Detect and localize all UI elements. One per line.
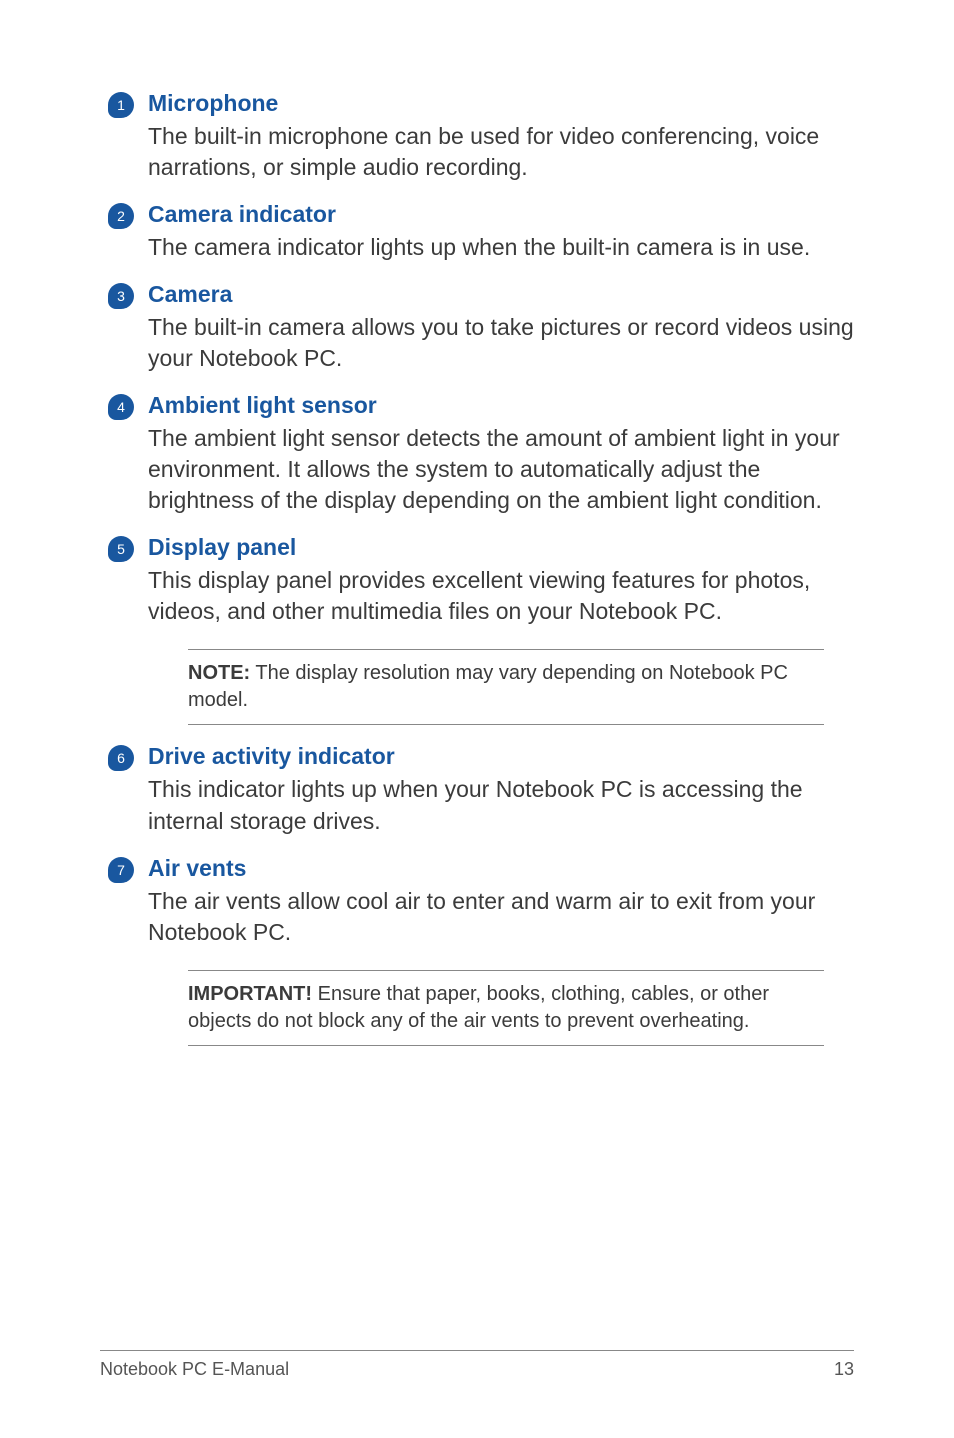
item-body: The ambient light sensor detects the amo… [148, 423, 854, 516]
item-title: Drive activity indicator [148, 743, 854, 770]
note-text: The display resolution may vary dependin… [188, 662, 788, 711]
bullet-number: 2 [108, 203, 134, 229]
important-box: IMPORTANT! Ensure that paper, books, clo… [188, 970, 824, 1046]
bullet-number: 6 [108, 745, 134, 771]
item-body: The air vents allow cool air to enter an… [148, 886, 854, 948]
bullet-number: 3 [108, 283, 134, 309]
bullet-number: 5 [108, 536, 134, 562]
item-drive-activity-indicator: 6 Drive activity indicator This indicato… [112, 743, 854, 836]
item-microphone: 1 Microphone The built-in microphone can… [112, 90, 854, 183]
item-camera: 3 Camera The built-in camera allows you … [112, 281, 854, 374]
item-body: This display panel provides excellent vi… [148, 565, 854, 627]
item-title: Ambient light sensor [148, 392, 854, 419]
item-body: This indicator lights up when your Noteb… [148, 774, 854, 836]
content-area: 1 Microphone The built-in microphone can… [100, 90, 854, 1046]
item-ambient-light-sensor: 4 Ambient light sensor The ambient light… [112, 392, 854, 516]
footer-left: Notebook PC E-Manual [100, 1359, 289, 1380]
bullet-number: 7 [108, 857, 134, 883]
page-footer: Notebook PC E-Manual 13 [100, 1350, 854, 1380]
bullet-number: 4 [108, 394, 134, 420]
item-title: Air vents [148, 855, 854, 882]
item-title: Camera indicator [148, 201, 854, 228]
item-title: Camera [148, 281, 854, 308]
item-title: Display panel [148, 534, 854, 561]
note-box: NOTE: The display resolution may vary de… [188, 649, 824, 725]
footer-page-number: 13 [834, 1359, 854, 1380]
important-label: IMPORTANT! [188, 983, 312, 1005]
note-label: NOTE: [188, 662, 250, 684]
item-display-panel: 5 Display panel This display panel provi… [112, 534, 854, 725]
item-body: The camera indicator lights up when the … [148, 232, 854, 263]
item-title: Microphone [148, 90, 854, 117]
item-body: The built-in microphone can be used for … [148, 121, 854, 183]
item-air-vents: 7 Air vents The air vents allow cool air… [112, 855, 854, 1046]
bullet-number: 1 [108, 92, 134, 118]
item-body: The built-in camera allows you to take p… [148, 312, 854, 374]
item-camera-indicator: 2 Camera indicator The camera indicator … [112, 201, 854, 263]
